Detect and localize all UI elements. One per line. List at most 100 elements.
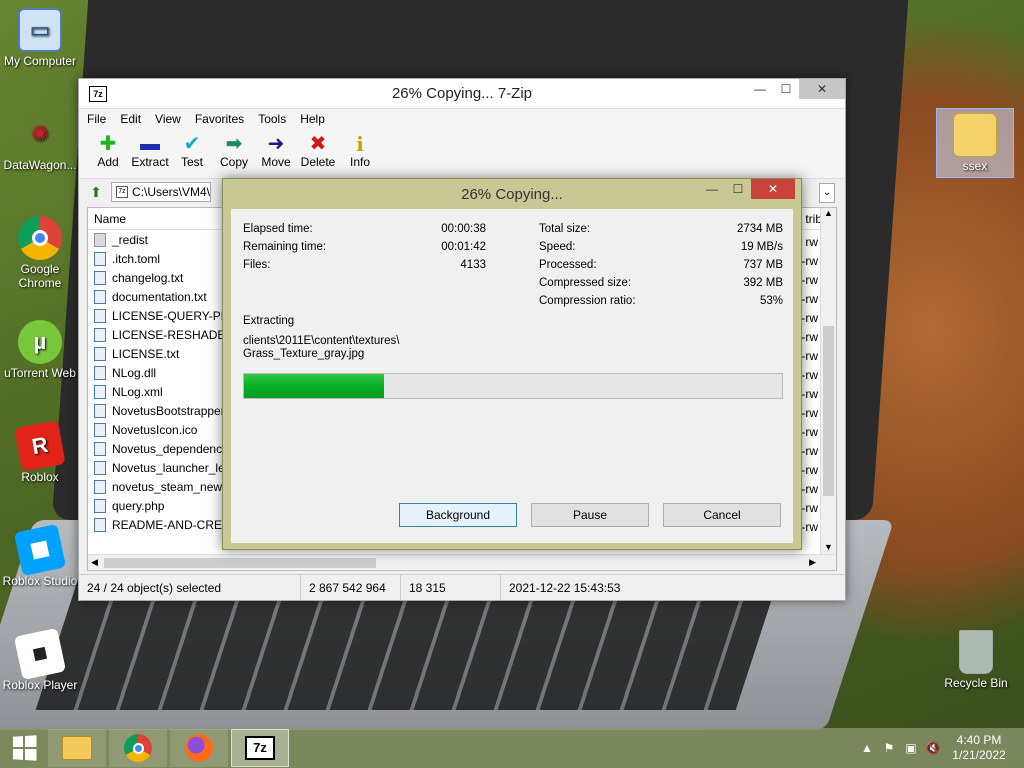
menu-favorites[interactable]: Favorites: [195, 112, 244, 126]
minus-icon: ▬: [140, 133, 160, 155]
info-button[interactable]: i Info: [339, 129, 381, 178]
desktop-icon-roblox[interactable]: R Roblox: [0, 420, 80, 484]
utorrent-icon: µ: [18, 320, 62, 364]
copy-button[interactable]: ➡ Copy: [213, 129, 255, 178]
path-input[interactable]: 7z C:\Users\VM4\: [111, 182, 211, 202]
scroll-down-icon[interactable]: ▼: [821, 542, 836, 552]
taskbar-clock[interactable]: 4:40 PM 1/21/2022: [944, 733, 1014, 763]
desktop-icon-datawagon[interactable]: ✺ DataWagon...: [0, 112, 80, 172]
path-dropdown-button[interactable]: ⌄: [819, 183, 835, 203]
minimize-button[interactable]: —: [747, 79, 773, 99]
test-button[interactable]: ✔ Test: [171, 129, 213, 178]
taskbar-firefox[interactable]: [170, 729, 228, 767]
menu-file[interactable]: File: [87, 112, 106, 126]
scroll-right-icon[interactable]: ▶: [809, 557, 816, 568]
file-icon: [94, 346, 106, 361]
status-bar: 24 / 24 object(s) selected 2 867 542 964…: [79, 574, 845, 600]
start-button[interactable]: [0, 728, 48, 768]
windows-logo-icon: [12, 735, 37, 761]
taskbar: 7z ▲ ⚑ ▣ 🔇 4:40 PM 1/21/2022: [0, 728, 1024, 768]
taskbar-chrome[interactable]: [109, 729, 167, 767]
file-attributes: -rw: [801, 368, 818, 382]
desktop-icon-label: Recycle Bin: [944, 676, 1008, 690]
chrome-icon: [18, 216, 62, 260]
delete-button[interactable]: ✖ Delete: [297, 129, 339, 178]
close-button[interactable]: ✕: [799, 79, 845, 99]
menu-help[interactable]: Help: [300, 112, 325, 126]
files-value: 4133: [460, 259, 486, 271]
horizontal-scrollbar[interactable]: ◀ ▶: [88, 554, 836, 570]
file-icon: [94, 327, 106, 342]
show-hidden-icons-icon[interactable]: ▲: [856, 741, 878, 755]
progress-dialog-title: 26% Copying...: [461, 185, 563, 203]
file-attributes: -rw: [801, 349, 818, 363]
remaining-time-label: Remaining time:: [243, 241, 327, 253]
desktop-icon-roblox-player[interactable]: Roblox Player: [0, 627, 80, 692]
desktop-icon-label: uTorrent Web: [4, 366, 76, 380]
dialog-minimize-button[interactable]: —: [699, 179, 725, 199]
background-button[interactable]: Background: [399, 503, 517, 527]
volume-muted-icon[interactable]: 🔇: [922, 741, 944, 755]
desktop-icon-google-chrome[interactable]: Google Chrome: [0, 216, 80, 290]
dialog-maximize-button[interactable]: ☐: [725, 179, 751, 199]
folder-up-icon[interactable]: ⬆: [87, 183, 105, 201]
desktop-icon-label: Roblox: [21, 470, 59, 484]
system-tray: ▲ ⚑ ▣ 🔇 4:40 PM 1/21/2022: [856, 728, 1024, 768]
desktop-icon-label: ssex: [962, 159, 988, 173]
total-size-value: 2734 MB: [736, 223, 783, 235]
file-icon: [94, 441, 106, 456]
progress-bar-fill: [244, 374, 384, 398]
file-attributes: -rw: [801, 387, 818, 401]
move-button[interactable]: ➜ Move: [255, 129, 297, 178]
pause-button[interactable]: Pause: [531, 503, 649, 527]
file-name: LICENSE-QUERY-PHP: [112, 308, 238, 323]
file-name: documentation.txt: [112, 289, 207, 304]
taskbar-file-explorer[interactable]: [48, 729, 106, 767]
scroll-up-icon[interactable]: ▲: [821, 208, 836, 218]
file-explorer-icon: [62, 736, 92, 760]
file-name: NLog.xml: [112, 384, 163, 399]
menu-edit[interactable]: Edit: [120, 112, 141, 126]
column-name[interactable]: Name: [88, 212, 228, 226]
compressed-size-label: Compressed size:: [539, 277, 632, 289]
menu-view[interactable]: View: [155, 112, 181, 126]
file-name: NovetusBootstrapper: [112, 403, 225, 418]
file-name: _redist: [112, 232, 149, 247]
desktop-icon-utorrent[interactable]: µ uTorrent Web: [0, 320, 80, 380]
progress-dialog-body: Elapsed time: 00:00:38 Remaining time: 0…: [231, 209, 793, 543]
desktop-icon-roblox-studio[interactable]: Roblox Studio: [0, 523, 80, 588]
file-name: LICENSE.txt: [112, 346, 180, 361]
window-title: 26% Copying... 7-Zip: [391, 85, 533, 102]
recycle-bin-icon: [959, 630, 993, 674]
progress-dialog[interactable]: 26% Copying... — ☐ ✕ Elapsed time: 00:00…: [222, 178, 802, 550]
desktop-icon-label: My Computer: [3, 54, 77, 68]
file-icon: [94, 251, 106, 266]
desktop-icon-my-computer[interactable]: ▭ My Computer: [0, 8, 80, 68]
file-icon: [94, 498, 106, 513]
add-button[interactable]: ✚ Add: [87, 129, 129, 178]
dialog-close-button[interactable]: ✕: [751, 179, 795, 199]
action-center-flag-icon[interactable]: ⚑: [878, 741, 900, 755]
elapsed-time-label: Elapsed time:: [243, 223, 313, 235]
extract-button[interactable]: ▬ Extract: [129, 129, 171, 178]
maximize-button[interactable]: ☐: [773, 79, 799, 99]
menu-tools[interactable]: Tools: [258, 112, 286, 126]
7zip-app-icon[interactable]: 7z: [89, 85, 107, 102]
file-name: NovetusIcon.ico: [112, 422, 198, 437]
desktop-icon-recycle-bin[interactable]: Recycle Bin: [936, 630, 1016, 690]
7zip-titlebar[interactable]: 7z 26% Copying... 7-Zip — ☐ ✕: [79, 79, 845, 109]
vertical-scroll-thumb[interactable]: [823, 326, 834, 496]
desktop-icon-ssex-folder[interactable]: ssex: [936, 108, 1014, 178]
vertical-scrollbar[interactable]: ▲ ▼: [820, 208, 836, 570]
horizontal-scroll-thumb[interactable]: [104, 558, 376, 568]
progress-dialog-titlebar[interactable]: 26% Copying... — ☐ ✕: [223, 179, 801, 209]
roblox-player-icon: [13, 627, 67, 681]
roblox-icon: R: [14, 420, 66, 472]
taskbar-7zip[interactable]: 7z: [231, 729, 289, 767]
clock-time: 4:40 PM: [956, 733, 1002, 747]
file-attributes: rw: [805, 235, 818, 249]
network-icon[interactable]: ▣: [900, 741, 922, 755]
cancel-button[interactable]: Cancel: [663, 503, 781, 527]
scroll-left-icon[interactable]: ◀: [91, 557, 98, 568]
file-name: Novetus_launcher_leg: [112, 460, 232, 475]
